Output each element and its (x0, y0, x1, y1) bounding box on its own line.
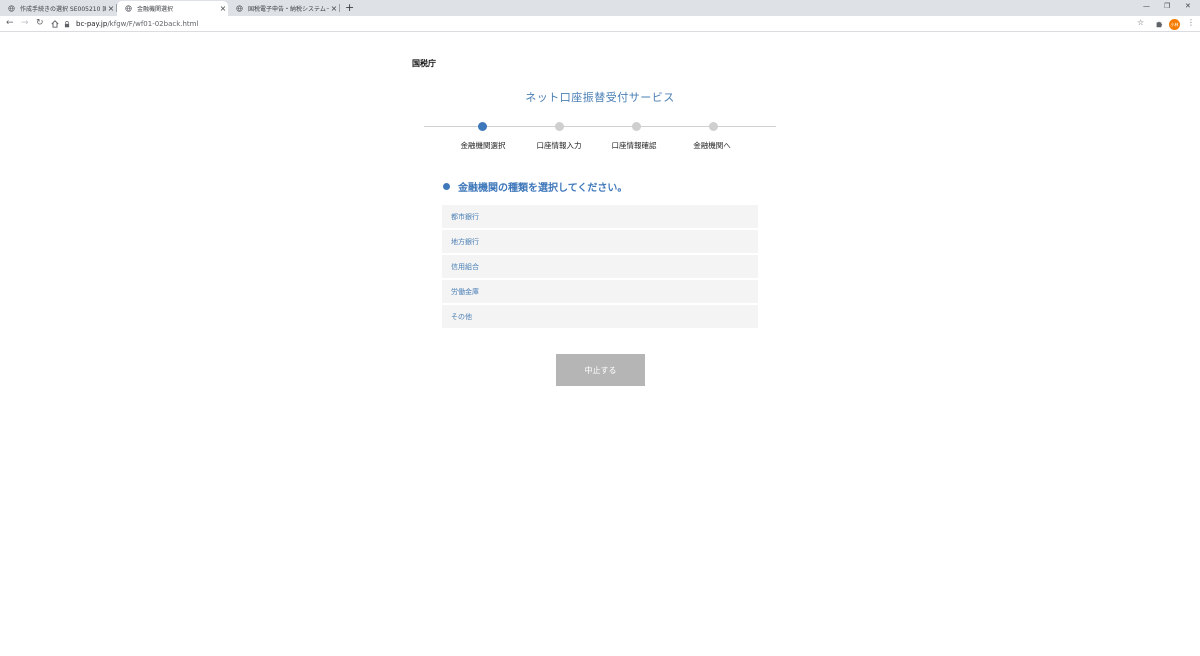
step-dot-1 (478, 122, 487, 131)
step-dot-2 (555, 122, 564, 131)
agency-name: 国税庁 (412, 59, 436, 68)
back-arrow-icon[interactable]: ← (6, 18, 14, 28)
tab-divider (339, 4, 340, 12)
address-path: /kfgw/F/wf01-02back.html (107, 20, 199, 28)
cancel-button[interactable]: 中止する (556, 354, 645, 386)
new-tab-button[interactable]: + (345, 1, 354, 14)
star-icon[interactable]: ☆ (1137, 18, 1144, 27)
minimize-button[interactable]: — (1143, 2, 1150, 10)
option-other[interactable]: その他 (442, 305, 758, 328)
close-icon[interactable]: × (218, 4, 228, 13)
step-label-2: 口座情報入力 (536, 141, 582, 150)
tab-title: 国税電子申告・納税システム－SUI… (248, 6, 329, 13)
address-bar[interactable]: bc-pay.jp/kfgw/F/wf01-02back.html (64, 18, 1154, 30)
globe-icon (125, 5, 132, 12)
step-label-4: 金融機関へ (693, 141, 731, 150)
reload-icon[interactable]: ↻ (36, 18, 44, 28)
option-credit-union[interactable]: 信用組合 (442, 255, 758, 278)
globe-icon (236, 5, 243, 12)
forward-arrow-icon[interactable]: → (21, 18, 29, 28)
tab-title: 金融機関選択 (137, 6, 174, 13)
extensions-puzzle-icon[interactable] (1155, 20, 1163, 28)
close-icon[interactable]: × (329, 4, 339, 13)
step-dot-4 (709, 122, 718, 131)
step-label-3: 口座情報確認 (611, 141, 657, 150)
step-label-1: 金融機関選択 (460, 141, 506, 150)
option-labour-bank[interactable]: 労働金庫 (442, 280, 758, 303)
address-domain: bc-pay.jp (76, 20, 108, 28)
step-dot-3 (632, 122, 641, 131)
lock-icon (64, 20, 70, 27)
browser-tabstrip: 作成手続きの選択 SE005210 国税… × 金融機関選択 × 国税電子申告・… (0, 0, 1200, 16)
browser-toolbar: ← → ↻ bc-pay.jp/kfgw/F/wf01-02back.html … (0, 16, 1200, 32)
stepper-line (424, 126, 776, 127)
option-regional-bank[interactable]: 地方銀行 (442, 230, 758, 253)
browser-tab-1[interactable]: 金融機関選択 × (117, 1, 228, 16)
maximize-button[interactable]: ❐ (1164, 2, 1170, 10)
heading-text: 金融機関の種類を選択してください。 (458, 183, 628, 194)
option-city-bank[interactable]: 都市銀行 (442, 205, 758, 228)
section-heading: 金融機関の種類を選択してください。 (443, 179, 627, 194)
tab-title: 作成手続きの選択 SE005210 国税… (20, 6, 106, 13)
institution-type-list: 都市銀行 地方銀行 信用組合 労働金庫 その他 (442, 205, 758, 330)
menu-kebab-icon[interactable]: ⋮ (1187, 18, 1195, 27)
browser-tab-2[interactable]: 国税電子申告・納税システム－SUI… × (228, 1, 339, 16)
browser-tab-0[interactable]: 作成手続きの選択 SE005210 国税… × (0, 1, 116, 16)
close-icon[interactable]: × (106, 4, 116, 13)
close-window-button[interactable]: ✕ (1185, 2, 1191, 10)
service-title: ネット口座振替受付サービス (525, 91, 675, 104)
bullet-icon (443, 183, 450, 190)
profile-avatar[interactable]: 小林 (1169, 19, 1180, 30)
home-icon[interactable] (51, 20, 59, 28)
globe-icon (8, 5, 15, 12)
